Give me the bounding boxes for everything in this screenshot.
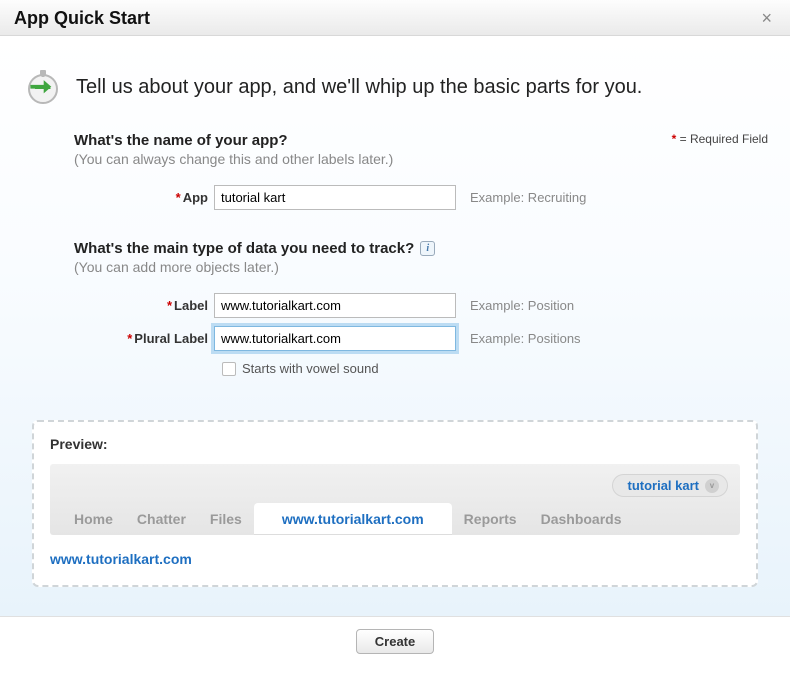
intro-message: Tell us about your app, and we'll whip u… xyxy=(76,76,642,99)
info-icon[interactable]: i xyxy=(420,241,435,256)
stopwatch-icon xyxy=(22,66,64,108)
tab-reports[interactable]: Reports xyxy=(452,503,529,535)
app-name-subtext: (You can always change this and other la… xyxy=(74,151,393,167)
preview-title: Preview: xyxy=(50,436,740,452)
app-name-input[interactable] xyxy=(214,185,456,210)
tab-home[interactable]: Home xyxy=(62,503,125,535)
app-name-question: What's the name of your app? xyxy=(74,132,288,149)
preview-object-link[interactable]: www.tutorialkart.com xyxy=(50,551,192,567)
plural-label-example-text: Example: Positions xyxy=(470,331,581,346)
preview-panel: Preview: tutorial kart v HomeChatterFile… xyxy=(32,420,758,587)
tab-www-tutorialkart-com[interactable]: www.tutorialkart.com xyxy=(254,503,452,535)
label-example-text: Example: Position xyxy=(470,298,574,313)
vowel-sound-label: Starts with vowel sound xyxy=(242,361,379,376)
tab-dashboards[interactable]: Dashboards xyxy=(529,503,634,535)
required-field-note: * = Required Field xyxy=(672,132,768,146)
data-type-subtext: (You can add more objects later.) xyxy=(74,259,768,275)
data-type-question: What's the main type of data you need to… xyxy=(74,240,435,257)
dialog-title: App Quick Start xyxy=(14,8,150,29)
app-example-text: Example: Recruiting xyxy=(470,190,586,205)
plural-label-input[interactable] xyxy=(214,326,456,351)
label-input[interactable] xyxy=(214,293,456,318)
tab-chatter[interactable]: Chatter xyxy=(125,503,198,535)
app-field-label: *App xyxy=(74,190,214,205)
vowel-sound-checkbox[interactable] xyxy=(222,362,236,376)
label-field-label: *Label xyxy=(74,298,214,313)
chevron-down-icon: v xyxy=(705,479,719,493)
tab-files[interactable]: Files xyxy=(198,503,254,535)
app-switcher-pill[interactable]: tutorial kart v xyxy=(612,474,728,497)
close-icon[interactable]: × xyxy=(757,8,776,29)
create-button[interactable]: Create xyxy=(356,629,434,654)
plural-label-field-label: *Plural Label xyxy=(74,331,214,346)
